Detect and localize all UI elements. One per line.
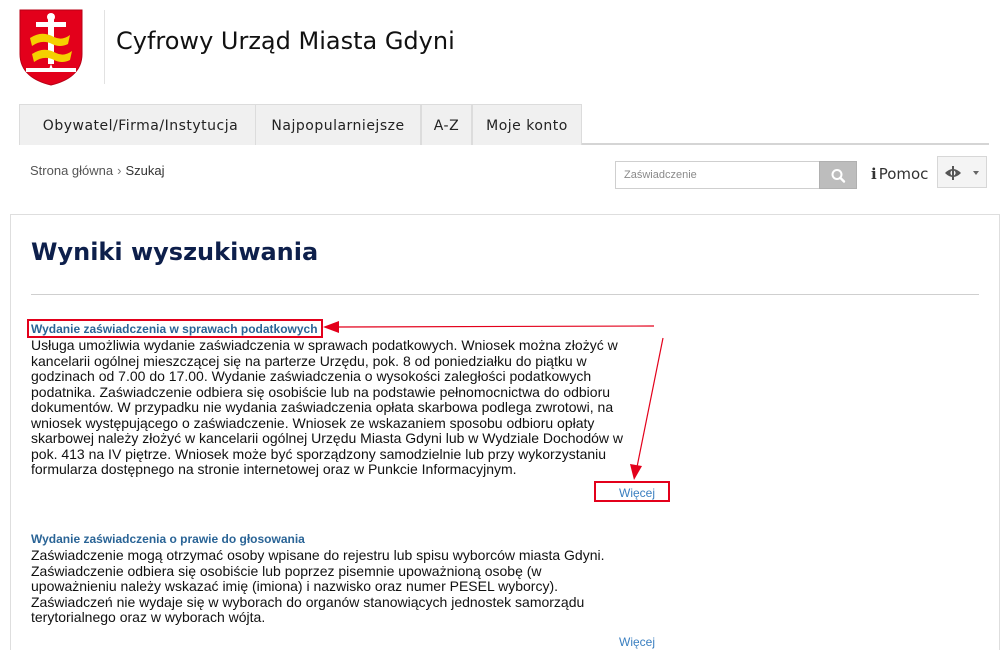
breadcrumb-current: Szukaj: [125, 163, 165, 178]
result-line: Zaświadczenie odbiera się osobiście lub …: [31, 562, 542, 579]
breadcrumb-home[interactable]: Strona główna: [30, 163, 113, 178]
eye-icon: [945, 166, 961, 180]
page-title: Wyniki wyszukiwania: [31, 238, 319, 266]
site-title: Cyfrowy Urząd Miasta Gdyni: [116, 27, 455, 55]
result-line: kancelarii ogólnej mieszczącej się na pa…: [31, 352, 587, 369]
nav-item-najpopularniejsze[interactable]: Najpopularniejsze: [255, 104, 421, 145]
result-title-podatkowych[interactable]: Wydanie zaświadczenia w sprawach podatko…: [31, 322, 318, 336]
result-line: Zaświadczeń nie wydaje się w wyborach do…: [31, 593, 585, 610]
title-divider: [31, 294, 979, 295]
more-link-podatkowych[interactable]: Więcej: [619, 486, 655, 500]
help-label: Pomoc: [878, 165, 929, 183]
result-line: podatnika. Zaświadczenie odbiera się oso…: [31, 383, 611, 400]
info-icon: i: [871, 165, 877, 183]
breadcrumb: Strona główna › Szukaj: [30, 163, 165, 178]
result-line: Usługa umożliwia wydanie zaświadczenia w…: [31, 337, 618, 353]
result-description: Usługa umożliwia wydanie zaświadczenia w…: [31, 337, 655, 478]
result-line: wniosek występującego o zaświadczenie. W…: [31, 414, 595, 431]
result-line: godzinach od 7.00 do 17.00. Wydanie zaśw…: [31, 368, 592, 384]
more-link-glosowania[interactable]: Więcej: [619, 635, 655, 649]
result-line: upoważnieniu należy wskazać imię (imiona…: [31, 578, 559, 594]
breadcrumb-separator: ›: [117, 163, 122, 178]
accessibility-dropdown-toggle[interactable]: [966, 156, 987, 188]
header-divider: [104, 10, 105, 84]
result-description: Zaświadczenie mogą otrzymać osoby wpisan…: [31, 547, 655, 626]
result-line: skarbowej należy złożyć w kancelarii ogó…: [31, 430, 624, 446]
gdynia-coat-of-arms-icon[interactable]: [18, 8, 84, 86]
search-icon: [831, 169, 846, 183]
main-navigation: Obywatel/Firma/Instytucja Najpopularniej…: [19, 104, 989, 145]
help-link[interactable]: i Pomoc: [871, 165, 928, 183]
accessibility-button[interactable]: [937, 156, 967, 188]
nav-item-a-z[interactable]: A-Z: [421, 104, 472, 145]
result-line: pok. 413 na IV piętrze. Wniosek może być…: [31, 445, 607, 462]
result-line: Zaświadczenie mogą otrzymać osoby wpisan…: [31, 547, 605, 563]
nav-item-moje-konto[interactable]: Moje konto: [472, 104, 582, 145]
result-line: dokumentów. W przypadku nie wydania zaśw…: [31, 399, 614, 415]
search-button[interactable]: [819, 161, 857, 189]
result-line: formularza dostępnego na stronie interne…: [31, 461, 517, 477]
search-input[interactable]: [615, 161, 820, 189]
result-line: terytorialnego oraz w wyborach wójta.: [31, 609, 266, 625]
nav-item-obywatel[interactable]: Obywatel/Firma/Instytucja: [19, 104, 262, 145]
result-title-glosowania[interactable]: Wydanie zaświadczenia o prawie do głosow…: [31, 532, 305, 546]
site-header: Cyfrowy Urząd Miasta Gdyni: [0, 0, 1008, 100]
